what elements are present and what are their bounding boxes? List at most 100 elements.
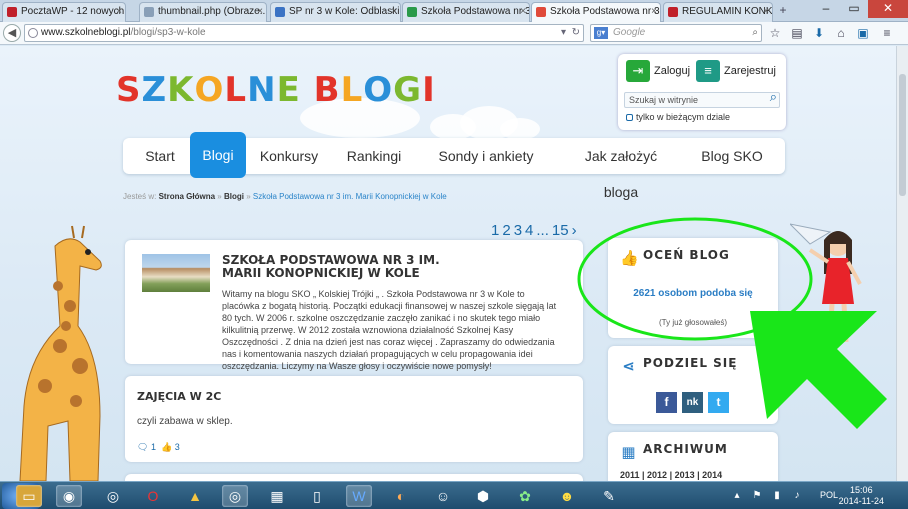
menu-item-jak-zalozyc[interactable]: Jak założyć bloga	[569, 138, 673, 200]
tab-title: SP nr 3 w Kole: Odblaski...	[289, 6, 401, 17]
menu-item-sondy[interactable]: Sondy i ankiety	[435, 138, 537, 174]
thumbs-up-icon[interactable]: 👍	[161, 442, 172, 452]
clock-time: 15:06	[850, 485, 873, 495]
language-indicator[interactable]: POL	[820, 490, 838, 500]
post-excerpt: czyli zabawa w sklep.	[137, 416, 233, 427]
page-link[interactable]: 1	[491, 222, 499, 239]
network-icon[interactable]: ▦	[264, 485, 290, 507]
google-icon[interactable]: g▾	[594, 27, 608, 39]
window-close-icon[interactable]: ✕	[868, 0, 908, 18]
menu-item-start[interactable]: Start	[137, 138, 183, 174]
page-link[interactable]: 4	[525, 222, 533, 239]
document-icon[interactable]: ▯	[304, 485, 330, 507]
register-button[interactable]: ≡ Zarejestruj	[694, 59, 776, 83]
close-icon[interactable]: ×	[116, 3, 122, 21]
post-card: ZAJĘCIA W 2C czyli zabawa w sklep. 🗨 1 👍…	[125, 376, 583, 462]
pagination: 1 2 3 4... 15 ›	[491, 222, 580, 239]
web-page: SZKOLNE BLOGI ⇥ Zaloguj ≡ Zarejestruj Sz…	[0, 46, 908, 481]
tab-title: PocztaWP - 12 nowych	[21, 6, 125, 17]
breadcrumb-current: Szkoła Podstawowa nr 3 im. Marii Konopni…	[252, 192, 447, 201]
site-search-input[interactable]: Szukaj w witrynie ⌕	[624, 90, 780, 108]
chrome-icon[interactable]: ◎	[100, 485, 126, 507]
register-label: Zarejestruj	[724, 65, 776, 77]
browser-tab-5-active[interactable]: Szkoła Podstawowa nr 3... ×	[531, 2, 661, 23]
home-icon[interactable]: ⌂	[834, 26, 848, 40]
blog-intro-text: Witamy na blogu SKO „ Kolskiej Trójki „ …	[222, 289, 557, 371]
page-link[interactable]: 15	[552, 222, 569, 239]
volume-icon[interactable]: ♪	[790, 485, 804, 507]
maximize-icon[interactable]: ▭	[840, 0, 868, 18]
address-bar[interactable]: www.szkolneblogi.pl/blogi/sp3-w-kole ▾ ↻	[24, 24, 584, 42]
photos-icon[interactable]: ◐	[388, 485, 414, 507]
scroll-thumb[interactable]	[899, 74, 906, 196]
page-scrollbar[interactable]	[896, 46, 908, 481]
minimize-icon[interactable]: –	[812, 0, 840, 18]
site-search-placeholder: Szukaj w witrynie	[629, 95, 699, 105]
new-tab-icon[interactable]: +	[776, 3, 790, 17]
chrome-app-icon[interactable]: ◎	[222, 485, 248, 507]
browser-tab-4[interactable]: Szkoła Podstawowa nr 3... ×	[402, 2, 530, 22]
browser-tab-1[interactable]: PocztaWP - 12 nowych ×	[2, 2, 126, 22]
star-icon[interactable]: ☆	[768, 26, 782, 40]
menu-item-blogi[interactable]: Blogi	[190, 132, 246, 178]
clipboard-icon[interactable]: ▤	[790, 26, 804, 40]
smiley-icon[interactable]: ☻	[554, 485, 580, 507]
close-icon[interactable]: ×	[763, 3, 769, 21]
login-button[interactable]: ⇥ Zaloguj	[624, 59, 690, 83]
windows-taskbar: ▭ ◉ ◎ O ▲ ◎ ▦ ▯ W ◐ ☺ ⬢ ✿ ☻ ✎ ▴ ⚑ ▮ ♪ PO…	[0, 481, 908, 509]
people-icon[interactable]: ☺	[430, 485, 456, 507]
reload-icon[interactable]: ▾ ↻	[561, 25, 580, 41]
annotation-arrow	[750, 311, 887, 429]
search-icon[interactable]: ⌕	[770, 90, 777, 104]
menu-icon[interactable]: ≡	[880, 26, 894, 40]
globe-icon	[28, 28, 38, 38]
breadcrumb-sep: »	[217, 192, 222, 201]
menu-item-rankingi[interactable]: Rankingi	[343, 138, 405, 174]
only-section-checkbox[interactable]: tylko w bieżącym dziale	[626, 112, 730, 122]
menu-item-blog-sko[interactable]: Blog SKO	[699, 138, 765, 174]
breadcrumb-home[interactable]: Strona Główna	[159, 192, 215, 201]
main-menu: Start Blogi Konkursy Rankingi Sondy i an…	[123, 132, 785, 200]
close-icon[interactable]: ×	[391, 3, 397, 21]
menu-item-konkursy[interactable]: Konkursy	[259, 138, 319, 174]
media-icon[interactable]: ⬢	[470, 485, 496, 507]
post-title[interactable]: ZAJĘCIA W 2C	[137, 390, 221, 403]
opera-icon[interactable]: O	[140, 485, 166, 507]
clock[interactable]: 15:06 2014-11-24	[839, 485, 884, 507]
explorer-icon[interactable]: ▭	[16, 485, 42, 507]
paint-icon[interactable]: ✎	[596, 485, 622, 507]
word-icon[interactable]: W	[346, 485, 372, 507]
breadcrumb-sep: »	[246, 192, 251, 201]
giraffe-illustration	[19, 225, 102, 481]
post-stats: 🗨 1 👍 3	[137, 442, 180, 453]
browser-tab-6[interactable]: REGULAMIN KONKURS... ×	[663, 2, 773, 22]
firefox-icon[interactable]: ◉	[56, 485, 82, 507]
network-tray-icon[interactable]: ▮	[770, 485, 784, 507]
comment-icon[interactable]: 🗨	[137, 442, 148, 452]
blog-title[interactable]: Szkoła Podstawowa nr 3 im. Marii Konopni…	[222, 254, 452, 280]
close-icon[interactable]: ×	[520, 3, 526, 21]
flag-icon[interactable]: ⚑	[750, 485, 764, 507]
browser-tab-3[interactable]: SP nr 3 w Kole: Odblaski... ×	[270, 2, 401, 22]
checkbox-icon[interactable]	[626, 114, 633, 121]
tab-title: Szkoła Podstawowa nr 3...	[550, 6, 661, 17]
browser-tab-2[interactable]: thumbnail.php (Obraze... ×	[139, 2, 267, 22]
close-icon[interactable]: ×	[651, 3, 657, 21]
page-link[interactable]: 2	[502, 222, 510, 239]
tab-title: thumbnail.php (Obraze...	[158, 6, 267, 17]
breadcrumb-prefix: Jesteś w:	[123, 192, 157, 201]
close-icon[interactable]: ×	[257, 3, 263, 21]
addon-icon[interactable]: ▣	[856, 26, 870, 40]
tray-up-icon[interactable]: ▴	[730, 485, 744, 507]
like-count: 3	[174, 442, 180, 452]
breadcrumb-blogi[interactable]: Blogi	[224, 192, 244, 201]
vlc-icon[interactable]: ▲	[182, 485, 208, 507]
browser-search-bar[interactable]: g▾ Google ⌕	[590, 24, 762, 42]
colors-icon[interactable]: ✿	[512, 485, 538, 507]
page-link[interactable]: 3	[514, 222, 522, 239]
site-logo[interactable]: SZKOLNE BLOGI	[116, 70, 436, 110]
search-placeholder: Google	[613, 27, 646, 38]
download-icon[interactable]: ⬇	[812, 26, 826, 40]
back-arrow-icon[interactable]: ◀	[3, 24, 21, 42]
search-icon[interactable]: ⌕	[752, 25, 758, 41]
